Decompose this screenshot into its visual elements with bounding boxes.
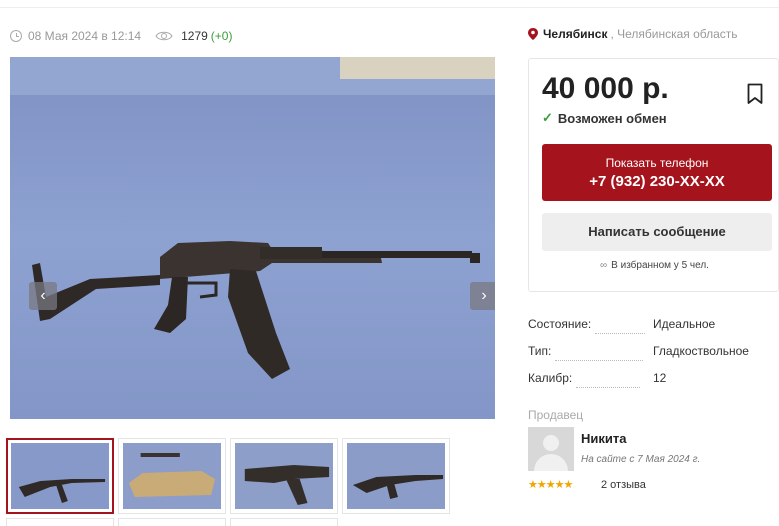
spec-dots bbox=[595, 333, 646, 334]
thumbnail-4[interactable] bbox=[342, 438, 450, 514]
spec-row: Тип: Гладкоствольное bbox=[528, 344, 779, 371]
thumbnail-7[interactable] bbox=[230, 518, 338, 526]
favorites-label: В избранном у 5 чел. bbox=[611, 260, 709, 271]
thumbnail-6[interactable] bbox=[118, 518, 226, 526]
views-count: 1279 bbox=[181, 29, 208, 43]
seller-heading: Продавец bbox=[528, 408, 584, 422]
price: 40 000 р. bbox=[542, 72, 669, 105]
thumbnail-1[interactable] bbox=[6, 438, 114, 514]
posted-date: 08 Мая 2024 в 12:14 bbox=[28, 29, 142, 43]
rifle-photo-image bbox=[10, 57, 495, 419]
top-divider bbox=[0, 0, 779, 8]
avatar-body bbox=[534, 454, 568, 471]
thumbnail-image bbox=[123, 443, 221, 509]
favorites-count: ∞ В избранном у 5 чел. bbox=[529, 260, 779, 271]
spec-key: Калибр: bbox=[528, 371, 573, 385]
spec-row: Состояние: Идеальное bbox=[528, 317, 779, 344]
avatar[interactable] bbox=[528, 427, 574, 471]
thumbnail-image bbox=[235, 443, 333, 509]
bookmark-icon[interactable] bbox=[747, 83, 763, 105]
previous-photo-button[interactable]: ‹ bbox=[29, 282, 57, 310]
exchange-possible: ✓ Возможен обмен bbox=[542, 110, 667, 126]
spec-row: Калибр: 12 bbox=[528, 371, 779, 398]
thumbnail-5[interactable] bbox=[6, 518, 114, 526]
glasses-icon: ∞ bbox=[600, 260, 608, 271]
rating-stars-icon: ★★★★★ bbox=[528, 479, 573, 491]
seller-since: На сайте с 7 Мая 2024 г. bbox=[581, 454, 701, 465]
phone-number: +7 (932) 230-XX-XX bbox=[589, 173, 725, 190]
price-card: 40 000 р. ✓ Возможен обмен Показать теле… bbox=[528, 58, 779, 292]
avatar-head bbox=[543, 435, 559, 451]
show-phone-button[interactable]: Показать телефон +7 (932) 230-XX-XX bbox=[542, 144, 772, 201]
thumbnail-strip-second-row bbox=[6, 518, 338, 526]
location-pin-icon bbox=[528, 28, 538, 40]
spec-key: Состояние: bbox=[528, 317, 592, 331]
location-city[interactable]: Челябинск bbox=[543, 27, 607, 41]
main-photo[interactable]: ‹ › bbox=[10, 57, 495, 419]
views-delta: (+0) bbox=[210, 29, 233, 43]
check-icon: ✓ bbox=[542, 110, 553, 125]
thumbnail-image bbox=[11, 443, 109, 509]
reviews-link[interactable]: 2 отзыва bbox=[601, 479, 646, 491]
specs-list: Состояние: Идеальное Тип: Гладкоствольно… bbox=[528, 317, 779, 398]
location-region: , Челябинская область bbox=[610, 27, 738, 41]
show-phone-label: Показать телефон bbox=[605, 156, 709, 170]
next-photo-button[interactable]: › bbox=[470, 282, 495, 310]
location: Челябинск , Челябинская область bbox=[528, 27, 738, 41]
eye-icon bbox=[155, 31, 173, 41]
spec-key: Тип: bbox=[528, 344, 552, 358]
clock-icon bbox=[10, 30, 22, 42]
thumbnail-3[interactable] bbox=[230, 438, 338, 514]
send-message-button[interactable]: Написать сообщение bbox=[542, 213, 772, 251]
thumbnail-strip bbox=[6, 438, 450, 514]
listing-meta: 08 Мая 2024 в 12:14 1279 (+0) bbox=[10, 28, 232, 44]
spec-value: 12 bbox=[653, 371, 667, 385]
exchange-label: Возможен обмен bbox=[557, 110, 667, 126]
spec-value: Гладкоствольное bbox=[653, 344, 749, 358]
thumbnail-2[interactable] bbox=[118, 438, 226, 514]
seller-name[interactable]: Никита bbox=[581, 431, 626, 446]
thumbnail-image bbox=[347, 443, 445, 509]
spec-dots bbox=[576, 387, 641, 388]
spec-dots bbox=[555, 360, 644, 361]
spec-value: Идеальное bbox=[653, 317, 716, 331]
